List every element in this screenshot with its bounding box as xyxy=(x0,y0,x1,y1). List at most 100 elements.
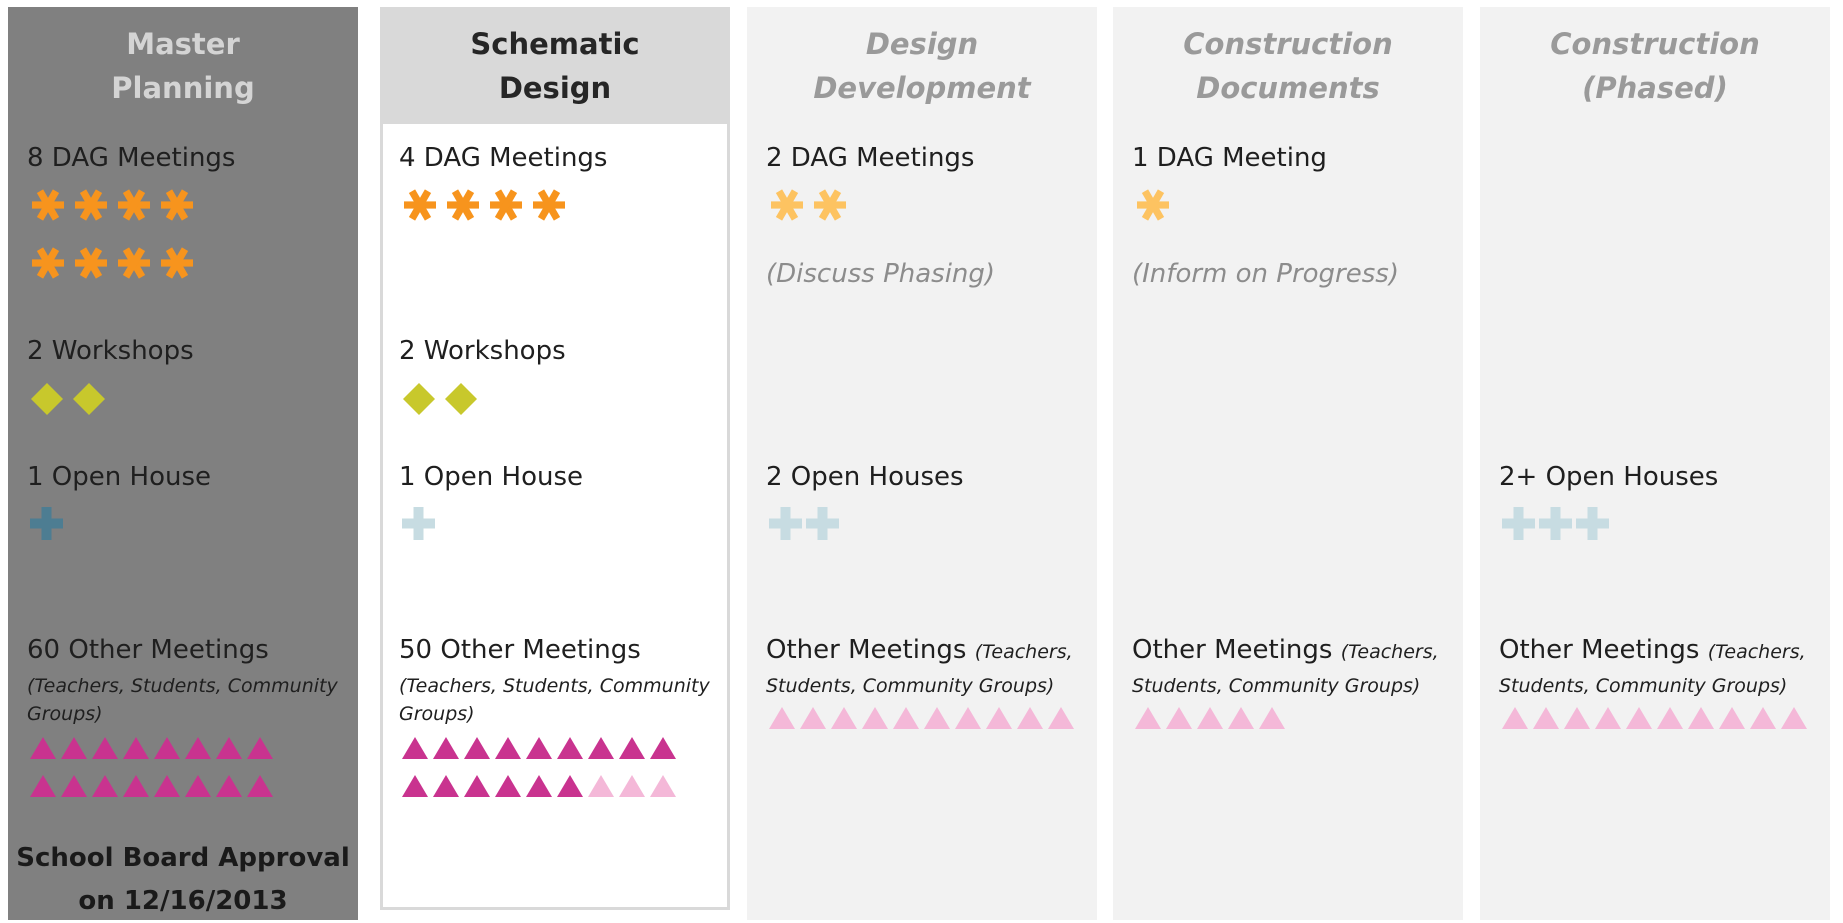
dag-meeting-star-icon xyxy=(161,247,193,279)
open-house-cross-row xyxy=(1502,507,1613,540)
phase-column-design-development: Design Development 2 DAG Meetings (Discu… xyxy=(747,7,1097,920)
dag-meetings-label: 4 DAG Meetings xyxy=(399,143,608,173)
phase-title: Construction Documents xyxy=(1183,26,1393,105)
open-house-plus-icon xyxy=(1539,507,1572,540)
other-meeting-triangle-icon xyxy=(769,707,795,729)
dag-meetings-label: 8 DAG Meetings xyxy=(27,143,236,173)
other-meeting-triangle-row xyxy=(402,775,681,797)
dag-meeting-star-icon xyxy=(404,189,436,221)
dag-meeting-star-icon xyxy=(533,189,565,221)
other-meeting-triangle-icon xyxy=(495,775,521,797)
other-meeting-triangle-icon xyxy=(495,737,521,759)
other-meeting-triangle-icon xyxy=(557,737,583,759)
phase-title: Schematic Design xyxy=(383,7,727,124)
workshop-diamond-icon xyxy=(445,383,477,415)
other-meeting-triangle-icon xyxy=(1017,707,1043,729)
workshop-diamond-row xyxy=(30,382,114,416)
other-meeting-triangle-icon xyxy=(61,775,87,797)
other-meeting-triangle-icon xyxy=(893,707,919,729)
open-house-label: 2+ Open Houses xyxy=(1499,462,1719,492)
other-meetings-subtitle: Students, Community Groups) xyxy=(1132,675,1421,697)
other-meeting-triangle-icon xyxy=(185,737,211,759)
open-house-cross-row xyxy=(769,507,843,540)
other-meeting-triangle-icon xyxy=(1166,707,1192,729)
workshop-diamond-row xyxy=(402,382,486,416)
other-meeting-triangle-icon xyxy=(123,737,149,759)
other-meeting-triangle-icon xyxy=(619,775,645,797)
other-meeting-triangle-icon xyxy=(185,775,211,797)
other-meeting-triangle-icon xyxy=(30,775,56,797)
dag-meeting-star-icon xyxy=(771,189,803,221)
open-house-plus-icon xyxy=(1576,507,1609,540)
phase-title: Construction (Phased) xyxy=(1550,26,1760,105)
other-meeting-triangle-icon xyxy=(1595,707,1621,729)
school-board-approval: School Board Approval on 12/16/2013 xyxy=(16,843,350,916)
open-house-plus-icon xyxy=(1502,507,1535,540)
other-meeting-triangle-row xyxy=(769,707,1079,729)
dag-meetings-label: 1 DAG Meeting xyxy=(1132,143,1327,173)
other-meeting-triangle-row xyxy=(1502,707,1812,729)
other-meeting-triangle-icon xyxy=(650,775,676,797)
other-meeting-triangle-icon xyxy=(92,737,118,759)
other-meeting-triangle-icon xyxy=(92,775,118,797)
other-meetings-subtitle: Students, Community Groups) xyxy=(1499,675,1788,697)
workshops-label: 2 Workshops xyxy=(27,336,194,366)
other-meeting-triangle-icon xyxy=(831,707,857,729)
workshop-diamond-icon xyxy=(31,383,63,415)
dag-star-row xyxy=(30,187,202,223)
other-meetings-label: 60 Other Meetings xyxy=(27,635,269,665)
dag-meeting-star-icon xyxy=(118,247,150,279)
other-meetings-label: Other Meetings (Teachers, xyxy=(1132,635,1439,665)
other-meeting-triangle-icon xyxy=(1197,707,1223,729)
other-meeting-triangle-icon xyxy=(650,737,676,759)
other-meetings-subtitle: (Teachers, Students, Community Groups) xyxy=(399,675,710,725)
dag-meeting-star-icon xyxy=(32,189,64,221)
phase-title: Master Planning xyxy=(111,26,255,105)
other-meeting-triangle-icon xyxy=(433,775,459,797)
other-meeting-triangle-icon xyxy=(1719,707,1745,729)
open-house-plus-icon xyxy=(806,507,839,540)
other-meeting-triangle-icon xyxy=(955,707,981,729)
other-meeting-triangle-icon xyxy=(402,737,428,759)
other-meeting-triangle-icon xyxy=(1657,707,1683,729)
open-house-label: 2 Open Houses xyxy=(766,462,964,492)
other-meeting-triangle-icon xyxy=(588,737,614,759)
other-meeting-triangle-icon xyxy=(402,775,428,797)
phase-column-schematic-design: Schematic Design 4 DAG Meetings 2 Worksh… xyxy=(380,7,730,910)
other-meeting-triangle-icon xyxy=(464,737,490,759)
other-meeting-triangle-icon xyxy=(216,737,242,759)
other-meeting-triangle-icon xyxy=(557,775,583,797)
other-meeting-triangle-icon xyxy=(154,775,180,797)
other-meeting-triangle-icon xyxy=(1259,707,1285,729)
open-house-plus-icon xyxy=(769,507,802,540)
workshop-diamond-icon xyxy=(403,383,435,415)
other-meetings-label: Other Meetings (Teachers, xyxy=(766,635,1073,665)
other-meeting-triangle-icon xyxy=(526,775,552,797)
dag-meeting-star-icon xyxy=(75,189,107,221)
phase-column-construction-documents: Construction Documents 1 DAG Meeting (In… xyxy=(1113,7,1463,920)
open-house-cross-row xyxy=(30,507,67,540)
dag-note: (Discuss Phasing) xyxy=(766,259,996,289)
other-meeting-triangle-row xyxy=(30,737,278,759)
other-meeting-triangle-icon xyxy=(1688,707,1714,729)
phase-column-master-planning: Master Planning 8 DAG Meetings 2 Worksho… xyxy=(8,7,358,920)
other-meeting-triangle-icon xyxy=(154,737,180,759)
other-meeting-triangle-icon xyxy=(433,737,459,759)
dag-meetings-label: 2 DAG Meetings xyxy=(766,143,975,173)
open-house-plus-icon xyxy=(402,507,435,540)
workshop-diamond-icon xyxy=(73,383,105,415)
other-meeting-triangle-icon xyxy=(1626,707,1652,729)
other-meeting-triangle-row xyxy=(1135,707,1290,729)
open-house-plus-icon xyxy=(30,507,63,540)
other-meetings-subtitle: (Teachers, Students, Community Groups) xyxy=(27,675,338,725)
dag-meeting-star-icon xyxy=(490,189,522,221)
dag-meeting-star-icon xyxy=(1137,189,1169,221)
other-meeting-triangle-icon xyxy=(619,737,645,759)
other-meeting-triangle-icon xyxy=(526,737,552,759)
phase-title: Design Development xyxy=(813,26,1031,105)
open-house-label: 1 Open House xyxy=(399,462,583,492)
dag-meeting-star-icon xyxy=(32,247,64,279)
other-meeting-triangle-icon xyxy=(247,775,273,797)
dag-star-row xyxy=(769,187,855,223)
other-meeting-triangle-icon xyxy=(986,707,1012,729)
